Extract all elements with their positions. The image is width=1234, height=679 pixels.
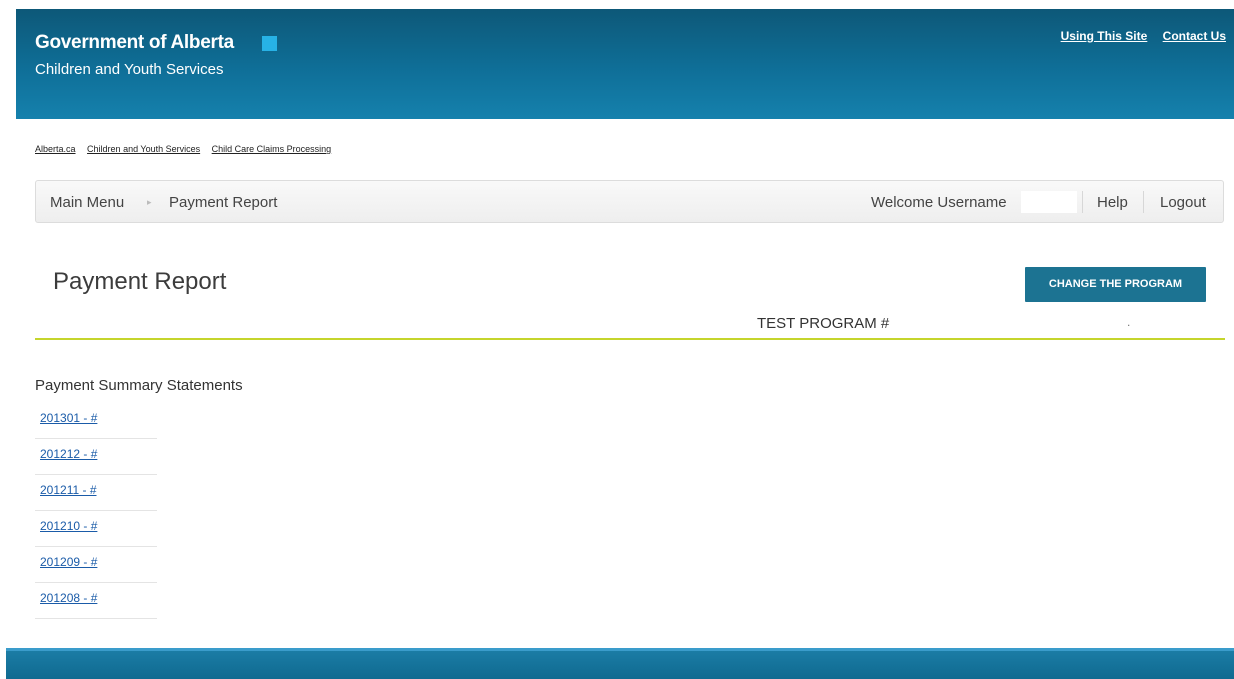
breadcrumb: Alberta.ca Children and Youth Services C… [35,144,340,154]
site-footer [6,648,1234,679]
payment-summary-heading: Payment Summary Statements [35,377,243,394]
statement-link[interactable]: 201209 - # [40,555,152,569]
logout-link[interactable]: Logout [1160,194,1206,211]
government-logo-square-icon [262,36,277,51]
help-link[interactable]: Help [1097,194,1128,211]
program-name: TEST PROGRAM # [757,315,890,332]
contact-us-link[interactable]: Contact Us [1163,29,1226,43]
statement-link[interactable]: 201212 - # [40,447,152,461]
list-item: 201301 - # [35,403,157,439]
change-program-button[interactable]: CHANGE THE PROGRAM [1025,267,1206,302]
nav-divider [1082,191,1083,213]
statement-link[interactable]: 201208 - # [40,591,152,605]
list-item: 201211 - # [35,475,157,511]
statement-list: 201301 - # 201212 - # 201211 - # 201210 … [35,403,157,619]
navigation-bar: Main Menu ▸ Payment Report Welcome Usern… [35,180,1224,223]
list-item: 201210 - # [35,511,157,547]
nav-arrow-icon: ▸ [147,197,152,207]
site-header: Government of Alberta Children and Youth… [16,9,1234,119]
nav-current-page: Payment Report [169,194,278,211]
section-divider [35,338,1225,340]
department-name: Children and Youth Services [35,61,224,78]
list-item: 201209 - # [35,547,157,583]
program-number-suffix: . [1127,315,1131,329]
breadcrumb-children-youth-services[interactable]: Children and Youth Services [87,144,200,154]
page-title: Payment Report [53,268,227,295]
breadcrumb-alberta-ca[interactable]: Alberta.ca [35,144,76,154]
username-redaction [1021,191,1077,213]
using-this-site-link[interactable]: Using This Site [1061,29,1148,43]
statement-link[interactable]: 201211 - # [40,483,152,497]
breadcrumb-child-care-claims[interactable]: Child Care Claims Processing [212,144,332,154]
nav-divider [1143,191,1144,213]
welcome-user: Welcome Username [871,194,1007,211]
statement-link[interactable]: 201210 - # [40,519,152,533]
utility-links: Using This Site Contact Us [1049,29,1226,43]
list-item: 201212 - # [35,439,157,475]
statement-link[interactable]: 201301 - # [40,411,152,425]
government-title: Government of Alberta [35,32,234,53]
main-menu-link[interactable]: Main Menu [50,194,124,211]
list-item: 201208 - # [35,583,157,619]
